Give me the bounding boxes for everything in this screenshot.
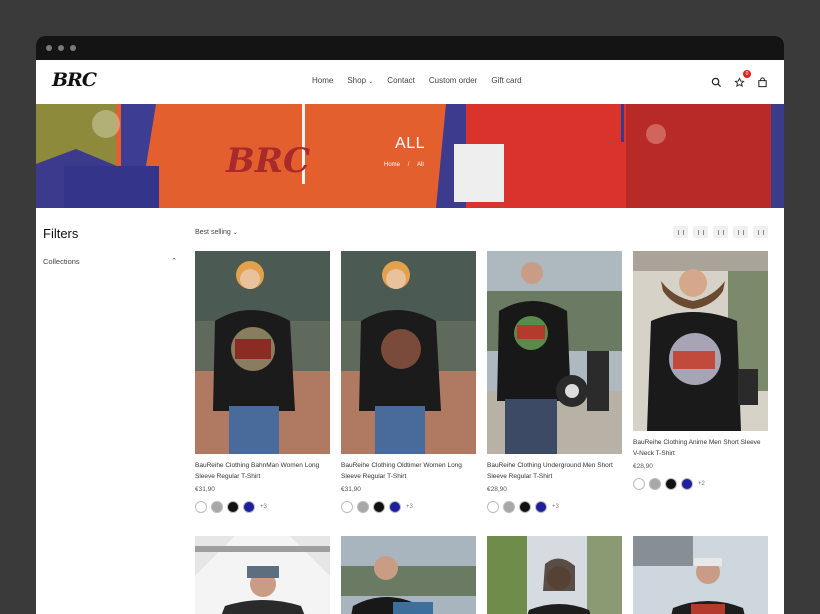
product-price: €31,90 — [195, 486, 215, 493]
product-card[interactable] — [195, 536, 330, 614]
product-title[interactable]: BauReihe Clothing Underground Men Short … — [487, 460, 622, 482]
window-dot[interactable] — [70, 45, 76, 51]
nav-gift-card[interactable]: Gift card — [491, 76, 521, 85]
product-image[interactable] — [341, 536, 476, 614]
sort-dropdown[interactable]: Best selling ⌄ — [195, 229, 238, 236]
product-card[interactable]: BauReihe Clothing BahnMan Women Long Sle… — [195, 251, 330, 513]
product-image[interactable] — [341, 251, 476, 454]
swatch-white[interactable] — [633, 478, 645, 490]
browser-window: BRC Home Shop ⌄ Contact Custom order Gif… — [36, 36, 784, 614]
filter-collections[interactable]: Collections ⌃ — [43, 257, 177, 266]
product-image[interactable] — [195, 251, 330, 454]
window-dot[interactable] — [58, 45, 64, 51]
swatch-grey[interactable] — [357, 501, 369, 513]
swatch-white[interactable] — [195, 501, 207, 513]
swatch-navy[interactable] — [681, 478, 693, 490]
window-titlebar — [36, 36, 784, 60]
nav-shop-label: Shop — [347, 76, 367, 85]
product-title[interactable]: BauReihe Clothing Oldtimer Women Long Sl… — [341, 460, 476, 482]
chevron-down-icon: ⌄ — [232, 230, 238, 236]
product-card[interactable] — [487, 536, 622, 614]
swatch-grey[interactable] — [211, 501, 223, 513]
swatch-grey[interactable] — [503, 501, 515, 513]
product-price: €28,90 — [487, 486, 507, 493]
product-image[interactable] — [487, 251, 622, 454]
breadcrumb-home[interactable]: Home — [384, 162, 400, 168]
list-view-button[interactable] — [673, 226, 688, 238]
sort-label: Best selling — [195, 229, 231, 236]
more-colors-count[interactable]: +2 — [698, 481, 705, 487]
product-price: €31,90 — [341, 486, 361, 493]
product-image[interactable] — [487, 536, 622, 614]
nav-contact[interactable]: Contact — [387, 76, 415, 85]
breadcrumb-current: All — [417, 162, 424, 168]
swatch-black[interactable] — [373, 501, 385, 513]
nav-custom-order[interactable]: Custom order — [429, 76, 477, 85]
breadcrumb-separator: / — [407, 162, 410, 168]
product-title[interactable]: BauReihe Clothing Anime Men Short Sleeve… — [633, 437, 768, 459]
swatch-grey[interactable] — [649, 478, 661, 490]
color-swatches: +2 — [633, 478, 768, 490]
collection-banner: BRC ALL Home / All — [36, 104, 784, 208]
cart-count-badge: 0 — [743, 70, 751, 78]
product-title[interactable]: BauReihe Clothing BahnMan Women Long Sle… — [195, 460, 330, 482]
grid-3-button[interactable] — [713, 226, 728, 238]
product-card[interactable]: BauReihe Clothing Oldtimer Women Long Sl… — [341, 251, 476, 513]
collection-title: ALL — [395, 135, 425, 152]
grid-2-button[interactable] — [693, 226, 708, 238]
nav-home[interactable]: Home — [312, 76, 333, 85]
swatch-black[interactable] — [227, 501, 239, 513]
header-icons: 0 — [711, 70, 768, 88]
wishlist-icon[interactable]: 0 — [734, 70, 751, 87]
main-nav: Home Shop ⌄ Contact Custom order Gift ca… — [312, 76, 522, 85]
swatch-navy[interactable] — [243, 501, 255, 513]
chevron-down-icon: ⌄ — [368, 79, 374, 85]
nav-shop[interactable]: Shop ⌄ — [347, 76, 373, 85]
product-image[interactable] — [633, 251, 768, 431]
more-colors-count[interactable]: +3 — [260, 504, 267, 510]
product-price: €28,90 — [633, 463, 653, 470]
chevron-up-icon: ⌃ — [171, 258, 177, 265]
swatch-navy[interactable] — [389, 501, 401, 513]
product-card[interactable]: BauReihe Clothing Underground Men Short … — [487, 251, 622, 513]
swatch-white[interactable] — [487, 501, 499, 513]
site-header: BRC Home Shop ⌄ Contact Custom order Gif… — [36, 60, 784, 104]
product-image[interactable] — [195, 536, 330, 614]
cart-icon[interactable] — [757, 75, 768, 88]
product-card[interactable]: BauReihe Clothing Anime Men Short Sleeve… — [633, 251, 768, 490]
color-swatches: +3 — [487, 501, 622, 513]
window-dot[interactable] — [46, 45, 52, 51]
product-card[interactable] — [341, 536, 476, 614]
collection-content: Filters Collections ⌃ Best selling ⌄ Bau… — [36, 208, 784, 614]
color-swatches: +3 — [341, 501, 476, 513]
more-colors-count[interactable]: +3 — [552, 504, 559, 510]
site-logo[interactable]: BRC — [52, 69, 97, 91]
product-card[interactable] — [633, 536, 768, 614]
product-image[interactable] — [633, 536, 768, 614]
filter-collections-label: Collections — [43, 257, 80, 266]
swatch-navy[interactable] — [535, 501, 547, 513]
more-colors-count[interactable]: +3 — [406, 504, 413, 510]
swatch-white[interactable] — [341, 501, 353, 513]
search-icon[interactable] — [711, 75, 722, 88]
filters-title: Filters — [43, 226, 79, 241]
graffiti-banner-image: BRC — [36, 104, 784, 208]
swatch-black[interactable] — [665, 478, 677, 490]
breadcrumb: Home / All — [384, 162, 424, 168]
grid-4-button[interactable] — [733, 226, 748, 238]
color-swatches: +3 — [195, 501, 330, 513]
grid-5-button[interactable] — [753, 226, 768, 238]
swatch-black[interactable] — [519, 501, 531, 513]
grid-layout-switcher — [673, 226, 768, 238]
